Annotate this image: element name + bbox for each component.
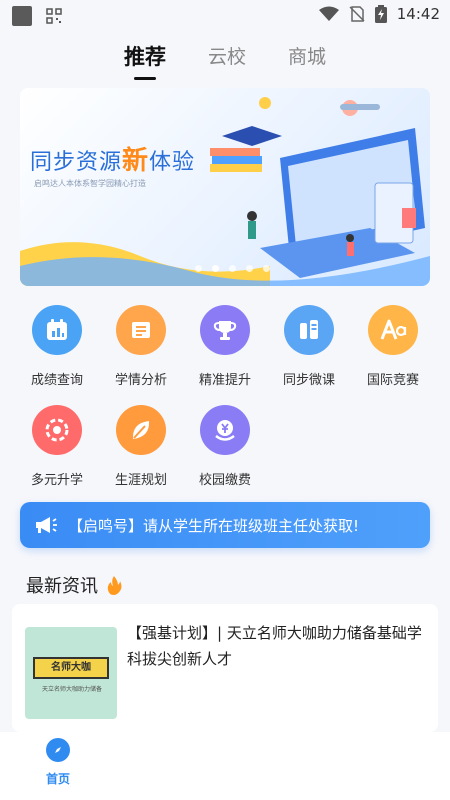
feature-diverse-admission[interactable]: 多元升学: [17, 405, 97, 488]
feature-campus-payment[interactable]: 校园缴费: [185, 405, 265, 488]
feature-label: 精准提升: [198, 373, 251, 388]
bottom-nav: 首页: [0, 732, 450, 800]
fire-icon: [107, 576, 122, 595]
wifi-icon: [318, 6, 339, 21]
feature-label: 学情分析: [114, 373, 167, 388]
carousel-dot-active[interactable]: [212, 265, 219, 272]
news-title: 【强基计划】| 天立名师大咖助力储备基础学科拔尖创新人才: [127, 624, 422, 668]
nav-home-button[interactable]: 首页: [36, 738, 80, 787]
feature-score-query[interactable]: 成绩查询: [17, 305, 97, 388]
book-icon: [116, 305, 166, 355]
tab-mall[interactable]: 商城: [288, 40, 326, 74]
feature-label: 校园缴费: [198, 473, 251, 488]
app-grid-icon: [46, 8, 62, 24]
news-thumbnail: 名师大咖 天立名师大咖助力储备: [25, 627, 117, 719]
carousel-indicator: [195, 265, 270, 272]
no-sim-icon: [349, 6, 365, 22]
feature-label: 生涯规划: [114, 473, 167, 488]
trophy-icon: [200, 305, 250, 355]
news-section-header: 最新资讯: [26, 572, 122, 598]
yen-coin-icon: [200, 405, 250, 455]
notice-text: 【启鸣号】请从学生所在班级班主任处获取!: [68, 516, 360, 535]
feature-career-planning[interactable]: 生涯规划: [101, 405, 181, 488]
thumbnail-title: 名师大咖: [33, 657, 109, 679]
megaphone-icon: [36, 517, 57, 533]
leaf-icon: [116, 405, 166, 455]
promo-banner[interactable]: 同步资源新体验 启鸣达人本体系智学园精心打造: [20, 88, 430, 286]
notice-bar[interactable]: 【启鸣号】请从学生所在班级班主任处获取!: [20, 502, 430, 548]
feature-sync-lessons[interactable]: 同步微课: [269, 305, 349, 388]
banner-subtitle: 启鸣达人本体系智学园精心打造: [34, 179, 146, 188]
feature-study-analysis[interactable]: 学情分析: [101, 305, 181, 388]
top-tabs: 推荐 云校 商城: [0, 40, 450, 80]
letter-a-icon: [368, 305, 418, 355]
feature-label: 多元升学: [30, 473, 83, 488]
compass-icon: [46, 738, 70, 762]
news-card[interactable]: 名师大咖 天立名师大咖助力储备 【强基计划】| 天立名师大咖助力储备基础学科拔尖…: [12, 604, 438, 732]
carousel-dot[interactable]: [229, 265, 236, 272]
feature-label: 成绩查询: [30, 373, 83, 388]
nav-home-label: 首页: [45, 772, 70, 786]
calendar-chart-icon: [32, 305, 82, 355]
battery-charging-icon: [374, 5, 387, 23]
bars-icon: [284, 305, 334, 355]
status-bar: 14:42: [0, 0, 450, 30]
target-icon: [32, 405, 82, 455]
clock-time: 14:42: [396, 5, 440, 23]
tab-cloud-school[interactable]: 云校: [208, 40, 246, 74]
feature-label: 国际竞赛: [366, 373, 419, 388]
feature-intl-competition[interactable]: 国际竞赛: [353, 305, 433, 388]
banner-title-accent: 新: [122, 146, 150, 176]
thumbnail-caption: 天立名师大咖助力储备: [41, 686, 102, 693]
news-section-title: 最新资讯: [26, 576, 98, 597]
feature-label: 同步微课: [282, 373, 335, 388]
carousel-dot[interactable]: [246, 265, 253, 272]
laptop-illustration: [210, 97, 425, 278]
tab-label: 推荐: [123, 45, 166, 69]
active-tab-underline: [133, 77, 156, 80]
feature-precise-improve[interactable]: 精准提升: [185, 305, 265, 388]
tab-recommend[interactable]: 推荐: [123, 40, 166, 80]
tab-label: 云校: [207, 46, 246, 68]
tab-label: 商城: [288, 46, 327, 68]
carousel-dot[interactable]: [263, 265, 270, 272]
carousel-dot[interactable]: [195, 265, 202, 272]
banner-title-part1: 同步资源: [30, 150, 123, 175]
notification-square-icon: [12, 6, 32, 26]
